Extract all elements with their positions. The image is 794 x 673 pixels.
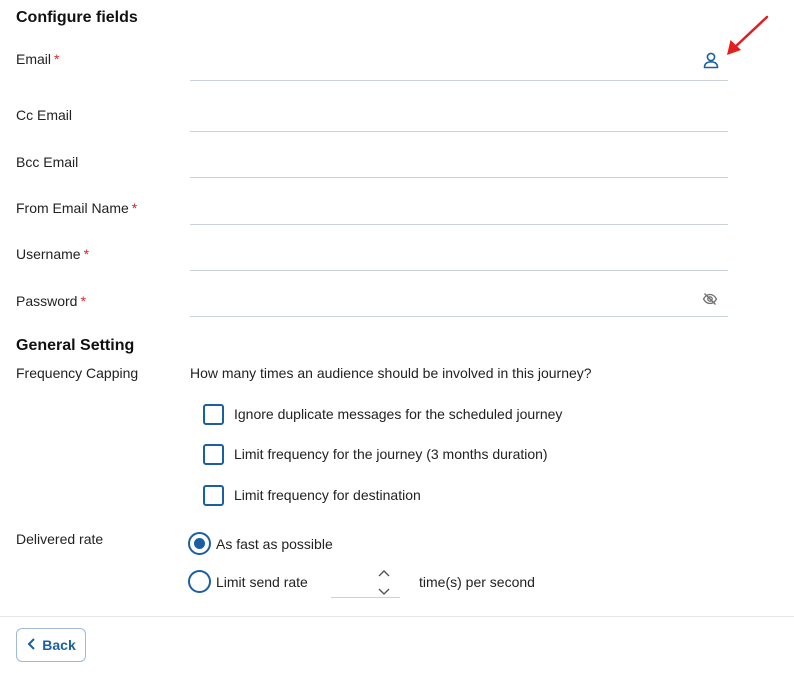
username-field[interactable] <box>190 239 690 265</box>
ignore-duplicate-label: Ignore duplicate messages for the schedu… <box>234 406 563 422</box>
delivered-rate-label: Delivered rate <box>16 531 104 547</box>
as-fast-as-possible-radio[interactable] <box>188 532 211 555</box>
person-icon[interactable] <box>702 51 720 72</box>
bcc-email-field[interactable] <box>190 147 690 173</box>
email-field[interactable] <box>190 47 690 73</box>
from-email-name-field[interactable] <box>190 193 690 219</box>
password-underline <box>190 316 728 317</box>
limit-destination-checkbox[interactable] <box>203 485 224 506</box>
as-fast-as-possible-label: As fast as possible <box>216 536 333 552</box>
chevron-down-icon[interactable] <box>377 584 391 600</box>
required-mark: * <box>80 293 86 309</box>
email-underline <box>190 80 728 81</box>
from-email-name-underline <box>190 224 728 225</box>
cc-email-label: Cc Email <box>16 107 73 123</box>
limit-send-rate-radio[interactable] <box>188 570 211 593</box>
limit-journey-checkbox[interactable] <box>203 444 224 465</box>
configure-fields-heading: Configure fields <box>16 9 138 26</box>
password-field[interactable] <box>190 286 690 312</box>
send-rate-input[interactable] <box>331 570 379 596</box>
annotation-arrow-icon <box>724 14 770 61</box>
chevron-up-icon[interactable] <box>377 565 391 581</box>
radio-selected-dot <box>194 538 205 549</box>
back-button-label: Back <box>42 637 76 653</box>
username-label: Username * <box>16 246 90 262</box>
required-mark: * <box>131 200 138 216</box>
cc-email-field[interactable] <box>190 100 690 126</box>
bcc-email-label: Bcc Email <box>16 154 79 170</box>
limit-send-rate-label: Limit send rate <box>216 574 308 590</box>
chevron-left-icon <box>26 637 36 654</box>
footer-divider <box>0 616 794 617</box>
username-underline <box>190 270 728 271</box>
cc-email-underline <box>190 131 728 132</box>
back-button[interactable]: Back <box>16 628 86 662</box>
limit-destination-label: Limit frequency for destination <box>234 487 421 503</box>
frequency-capping-label: Frequency Capping <box>16 365 139 381</box>
ignore-duplicate-checkbox[interactable] <box>203 404 224 425</box>
eye-off-icon[interactable] <box>702 291 718 310</box>
rate-unit-label: time(s) per second <box>419 574 535 590</box>
password-label: Password * <box>16 293 86 309</box>
from-email-name-label: From Email Name * <box>16 200 138 216</box>
required-mark: * <box>54 51 60 67</box>
frequency-question: How many times an audience should be inv… <box>190 365 592 381</box>
general-setting-heading: General Setting <box>16 337 135 354</box>
required-mark: * <box>83 246 90 262</box>
bcc-email-underline <box>190 177 728 178</box>
email-label: Email * <box>16 51 60 67</box>
limit-journey-label: Limit frequency for the journey (3 month… <box>234 446 548 462</box>
